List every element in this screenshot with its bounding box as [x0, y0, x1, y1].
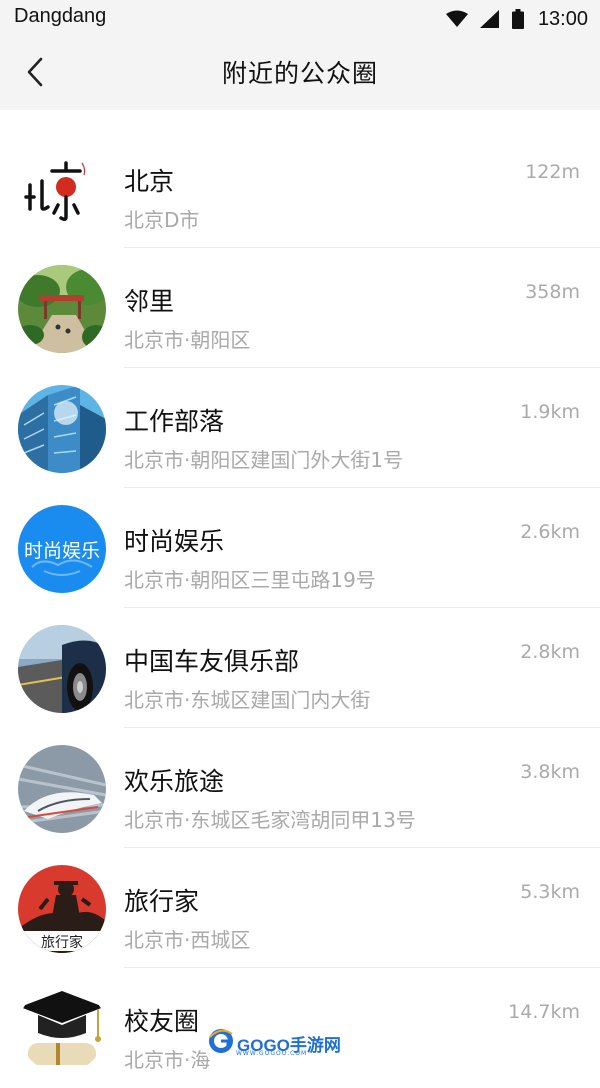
circle-avatar	[18, 985, 106, 1073]
wifi-icon	[445, 10, 468, 28]
circle-avatar: 旅行家	[18, 865, 106, 953]
list-item[interactable]: 欢乐旅途 北京市·东城区毛家湾胡同甲13号 3.8km	[0, 728, 600, 848]
cellular-signal-icon	[479, 10, 500, 28]
avatar-label: 旅行家	[41, 934, 83, 951]
circle-avatar	[18, 265, 106, 353]
circle-name: 邻里	[124, 287, 175, 316]
circle-address: 北京市·海	[124, 1048, 211, 1072]
circle-name: 中国车友俱乐部	[124, 647, 300, 676]
circle-name: 欢乐旅途	[124, 767, 225, 796]
circle-name: 校友圈	[124, 1007, 200, 1036]
circle-distance: 122m	[525, 161, 580, 183]
clock: 13:00	[537, 7, 588, 30]
circle-name: 工作部落	[124, 407, 225, 436]
circle-address: 北京市·朝阳区	[124, 328, 251, 352]
circle-distance: 5.3km	[520, 881, 580, 903]
circle-address: 北京市·朝阳区三里屯路19号	[124, 568, 376, 592]
circle-list: 北京 北京D市 122m 邻里 北京市·朝阳区 358m 工作部落 北京市·朝阳…	[0, 128, 600, 1088]
circle-distance: 1.9km	[520, 401, 580, 423]
circle-avatar: 时尚娱乐	[18, 505, 106, 593]
list-item[interactable]: 工作部落 北京市·朝阳区建国门外大街1号 1.9km	[0, 368, 600, 488]
list-item[interactable]: 旅行家 旅行家 北京市·西城区 5.3km	[0, 848, 600, 968]
status-icons: 13:00	[445, 5, 588, 33]
circle-address: 北京市·东城区毛家湾胡同甲13号	[124, 808, 416, 832]
page-title: 附近的公众圈	[221, 59, 378, 88]
back-button[interactable]	[14, 52, 58, 96]
chevron-left-icon	[26, 57, 46, 91]
battery-icon	[511, 9, 524, 29]
circle-name: 时尚娱乐	[124, 527, 225, 556]
circle-name: 旅行家	[124, 887, 200, 916]
list-item[interactable]: 时尚娱乐 时尚娱乐 北京市·朝阳区三里屯路19号 2.6km	[0, 488, 600, 608]
circle-distance: 358m	[525, 281, 580, 303]
circle-distance: 3.8km	[520, 761, 580, 783]
circle-address: 北京D市	[124, 208, 200, 232]
circle-avatar	[18, 385, 106, 473]
circle-distance: 2.6km	[520, 521, 580, 543]
circle-distance: 14.7km	[508, 1001, 580, 1023]
watermark: GOGO手游网 WWW.GOGOO.COM	[206, 1028, 347, 1058]
status-bar: Dangdang 13:00	[0, 0, 600, 38]
circle-avatar	[18, 625, 106, 713]
circle-name: 北京	[124, 167, 175, 196]
circle-address: 北京市·东城区建国门内大街	[124, 688, 371, 712]
circle-avatar	[18, 145, 106, 233]
circle-distance: 2.8km	[520, 641, 580, 663]
circle-address: 北京市·朝阳区建国门外大街1号	[124, 448, 404, 472]
carrier-name: Dangdang	[14, 5, 107, 27]
circle-avatar	[18, 745, 106, 833]
list-item[interactable]: 邻里 北京市·朝阳区 358m	[0, 248, 600, 368]
list-item[interactable]: 北京 北京D市 122m	[0, 128, 600, 248]
nav-bar: 附近的公众圈	[0, 38, 600, 110]
list-item[interactable]: 中国车友俱乐部 北京市·东城区建国门内大街 2.8km	[0, 608, 600, 728]
watermark-url: WWW.GOGOO.COM	[236, 1050, 308, 1057]
circle-address: 北京市·西城区	[124, 928, 251, 952]
avatar-label: 时尚娱乐	[24, 540, 100, 562]
gogo-logo-icon	[208, 1028, 234, 1058]
